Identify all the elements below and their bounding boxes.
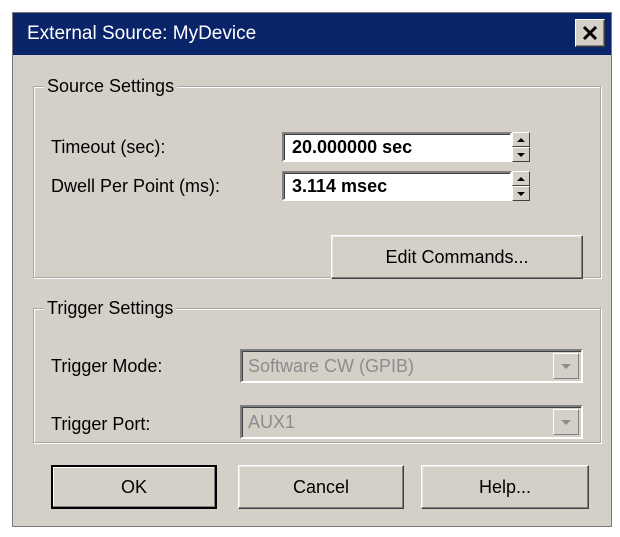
trigger-port-value: AUX1: [248, 412, 296, 432]
title-bar[interactable]: External Source: MyDevice: [13, 13, 611, 55]
ok-button[interactable]: OK: [51, 465, 217, 509]
dwell-spin-up-button[interactable]: [512, 171, 530, 186]
timeout-input[interactable]: 20.000000 sec: [282, 132, 512, 162]
dwell-spinner[interactable]: [512, 171, 530, 201]
dwell-label: Dwell Per Point (ms):: [51, 176, 221, 196]
chevron-down-icon: [561, 363, 571, 369]
help-button[interactable]: Help...: [421, 465, 589, 509]
arrow-down-icon: [517, 152, 525, 157]
timeout-spin-down-button[interactable]: [512, 147, 530, 162]
source-settings-group: Source Settings Timeout (sec): 20.000000…: [33, 76, 601, 279]
dwell-spin-down-button[interactable]: [512, 186, 530, 201]
arrow-down-icon: [517, 191, 525, 196]
close-button[interactable]: [575, 19, 605, 47]
source-settings-legend: Source Settings: [44, 76, 178, 97]
timeout-label: Timeout (sec):: [51, 137, 166, 157]
dwell-input[interactable]: 3.114 msec: [282, 171, 512, 201]
trigger-settings-group: Trigger Settings Trigger Mode: Software …: [33, 298, 601, 443]
trigger-port-dropdown-button[interactable]: [553, 409, 579, 435]
window-title: External Source: MyDevice: [27, 23, 257, 44]
arrow-up-icon: [517, 176, 525, 181]
close-icon: [582, 25, 598, 41]
timeout-spin-up-button[interactable]: [512, 132, 530, 147]
timeout-spinner[interactable]: [512, 132, 530, 162]
trigger-port-label: Trigger Port:: [51, 414, 151, 434]
trigger-mode-label: Trigger Mode:: [51, 356, 163, 376]
trigger-port-select[interactable]: AUX1: [240, 405, 583, 439]
dialog-window: External Source: MyDevice Source Setting…: [12, 12, 612, 527]
trigger-mode-value: Software CW (GPIB): [248, 356, 415, 376]
cancel-button[interactable]: Cancel: [238, 465, 404, 509]
trigger-mode-select[interactable]: Software CW (GPIB): [240, 349, 583, 383]
edit-commands-button[interactable]: Edit Commands...: [331, 235, 583, 279]
trigger-settings-legend: Trigger Settings: [44, 298, 177, 319]
arrow-up-icon: [517, 137, 525, 142]
trigger-mode-dropdown-button[interactable]: [553, 353, 579, 379]
chevron-down-icon: [561, 419, 571, 425]
